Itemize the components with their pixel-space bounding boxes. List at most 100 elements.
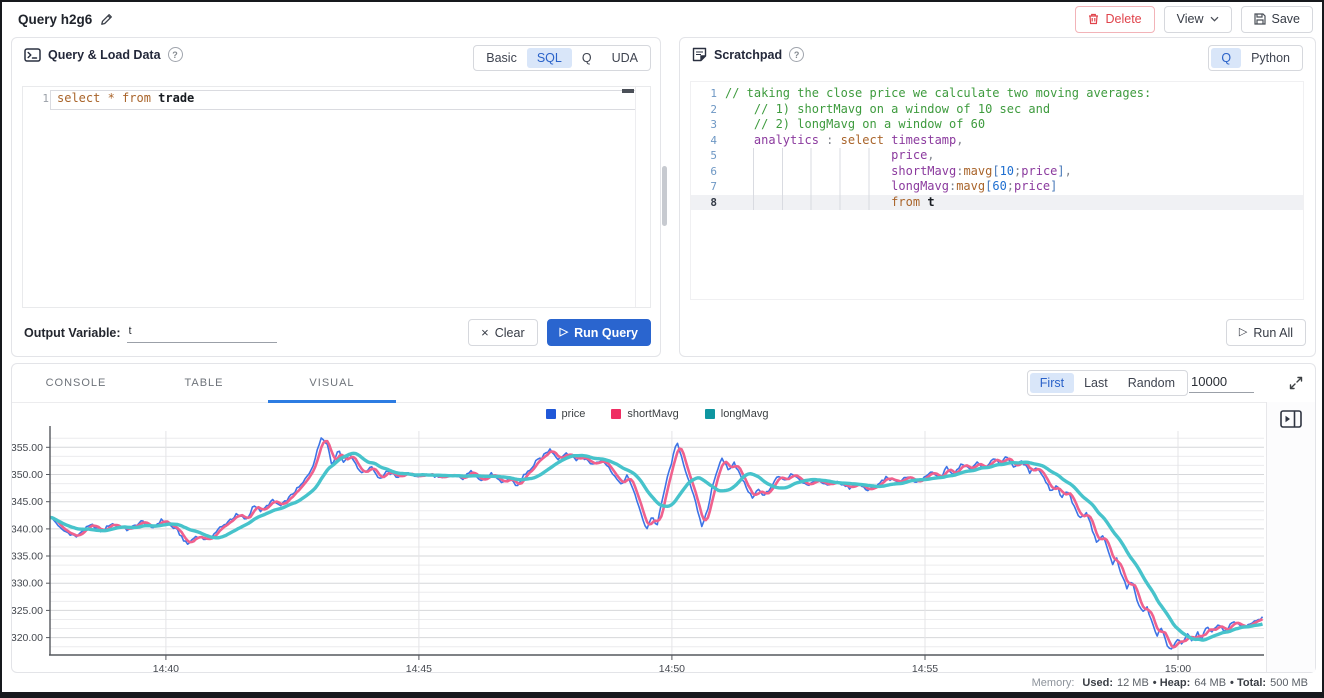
code-line[interactable]: 8 from t	[691, 195, 1303, 211]
svg-text:1350.00: 1350.00	[12, 469, 43, 481]
page-title: Query h2g6	[18, 12, 92, 27]
expand-icon[interactable]	[1288, 375, 1304, 391]
svg-text:1335.00: 1335.00	[12, 551, 43, 563]
scratchpad-title: Scratchpad	[714, 48, 782, 62]
play-icon: ▷	[560, 327, 568, 338]
sample-size-input[interactable]	[1189, 372, 1254, 393]
code-line[interactable]: 1select * from trade	[23, 91, 650, 107]
view-label: View	[1177, 12, 1204, 26]
code-line[interactable]: 5 price,	[691, 148, 1303, 164]
trash-icon	[1088, 13, 1099, 25]
app-window: Query h2g6 Delete View Save Query & Load…	[0, 0, 1324, 698]
option-random[interactable]: Random	[1118, 373, 1185, 393]
clear-button[interactable]: × Clear	[468, 319, 537, 346]
query-mode-switcher: BasicSQLQUDA	[473, 45, 651, 71]
run-all-button[interactable]: ▷ Run All	[1226, 319, 1306, 346]
top-bar: Query h2g6 Delete View Save	[2, 2, 1322, 36]
total-value: 500 MB	[1270, 677, 1308, 689]
scratchpad-language-switcher: QPython	[1208, 45, 1303, 71]
delete-label: Delete	[1105, 12, 1141, 26]
code-text: // 1) shortMavg on a window of 10 sec an…	[725, 102, 1303, 118]
status-bar: Memory: Used: 12 MB • Heap: 64 MB • Tota…	[2, 673, 1322, 692]
code-text: // taking the close price we calculate t…	[725, 86, 1303, 102]
run-all-label: Run All	[1253, 326, 1293, 340]
query-code-editor[interactable]: 1select * from trade	[22, 86, 651, 308]
query-panel-title: Query & Load Data	[48, 48, 161, 62]
terminal-icon	[24, 48, 41, 62]
run-query-label: Run Query	[574, 326, 638, 340]
play-icon: ▷	[1239, 327, 1247, 338]
edit-title-icon[interactable]	[100, 13, 113, 26]
tab-console[interactable]: CONSOLE	[12, 364, 140, 402]
option-python[interactable]: Python	[1241, 48, 1300, 68]
code-line[interactable]: 3 // 2) longMavg on a window of 60	[691, 117, 1303, 133]
option-sql[interactable]: SQL	[527, 48, 572, 68]
code-text: select * from trade	[57, 91, 650, 107]
code-text: shortMavg:mavg[10;price],	[725, 164, 1303, 180]
run-query-button[interactable]: ▷ Run Query	[547, 319, 651, 346]
used-value: 12 MB	[1117, 677, 1149, 689]
line-number: 7	[691, 179, 725, 195]
help-icon[interactable]: ?	[789, 47, 804, 62]
option-uda[interactable]: UDA	[602, 48, 648, 68]
svg-text:1320.00: 1320.00	[12, 632, 43, 644]
code-text: price,	[725, 148, 1303, 164]
line-number: 2	[691, 102, 725, 118]
delete-button[interactable]: Delete	[1075, 6, 1154, 33]
code-text: analytics : select timestamp,	[725, 133, 1303, 149]
code-line[interactable]: 2 // 1) shortMavg on a window of 10 sec …	[691, 102, 1303, 118]
option-q[interactable]: Q	[572, 48, 602, 68]
svg-text:1340.00: 1340.00	[12, 523, 43, 535]
scratchpad-code-editor[interactable]: 1// taking the close price we calculate …	[690, 81, 1304, 300]
line-number: 8	[691, 195, 725, 211]
query-panel: Query & Load Data ? BasicSQLQUDA 1select…	[11, 37, 661, 357]
option-q[interactable]: Q	[1211, 48, 1241, 68]
line-chart[interactable]: 1320.001325.001330.001335.001340.001345.…	[12, 402, 1269, 674]
results-panel: CONSOLETABLEVISUAL FirstLastRandom price…	[11, 363, 1316, 673]
option-last[interactable]: Last	[1074, 373, 1118, 393]
output-variable-input[interactable]	[127, 322, 277, 343]
option-basic[interactable]: Basic	[476, 48, 527, 68]
page-title-row: Query h2g6	[18, 12, 113, 27]
code-line[interactable]: 6 shortMavg:mavg[10;price],	[691, 164, 1303, 180]
sample-mode-switcher: FirstLastRandom	[1027, 370, 1188, 396]
memory-label: Memory:	[1032, 677, 1075, 689]
help-icon[interactable]: ?	[168, 47, 183, 62]
line-number: 4	[691, 133, 725, 149]
chevron-down-icon	[1210, 16, 1219, 22]
tab-table[interactable]: TABLE	[140, 364, 268, 402]
code-line[interactable]: 4 analytics : select timestamp,	[691, 133, 1303, 149]
view-button[interactable]: View	[1164, 6, 1232, 33]
clear-label: Clear	[495, 326, 525, 340]
floppy-icon	[1254, 13, 1266, 25]
total-label: • Total:	[1230, 677, 1266, 689]
save-label: Save	[1272, 12, 1301, 26]
svg-text:1355.00: 1355.00	[12, 442, 43, 454]
tab-visual[interactable]: VISUAL	[268, 364, 396, 402]
option-first[interactable]: First	[1030, 373, 1074, 393]
heap-value: 64 MB	[1194, 677, 1226, 689]
x-icon: ×	[481, 326, 489, 339]
line-number: 1	[23, 91, 57, 107]
scratchpad-panel: Scratchpad ? QPython 1// taking the clos…	[679, 37, 1316, 357]
editor-scrollbar-track	[635, 87, 636, 307]
code-text: longMavg:mavg[60;price]	[725, 179, 1303, 195]
collapse-panel-icon[interactable]	[1280, 410, 1302, 428]
svg-text:1325.00: 1325.00	[12, 605, 43, 617]
right-side-strip	[1266, 402, 1315, 672]
heap-label: • Heap:	[1153, 677, 1190, 689]
save-button[interactable]: Save	[1241, 6, 1314, 33]
code-text: // 2) longMavg on a window of 60	[725, 117, 1303, 133]
code-text: from t	[725, 195, 1303, 211]
used-label: Used:	[1082, 677, 1113, 689]
chart-area: priceshortMavglongMavg 1320.001325.00133…	[12, 402, 1315, 672]
line-number: 5	[691, 148, 725, 164]
panel-splitter-handle[interactable]	[662, 166, 667, 226]
line-number: 1	[691, 86, 725, 102]
scratchpad-icon	[692, 47, 707, 62]
code-line[interactable]: 1// taking the close price we calculate …	[691, 86, 1303, 102]
line-number: 3	[691, 117, 725, 133]
svg-text:1345.00: 1345.00	[12, 496, 43, 508]
code-line[interactable]: 7 longMavg:mavg[60;price]	[691, 179, 1303, 195]
output-variable-label: Output Variable:	[24, 326, 121, 340]
